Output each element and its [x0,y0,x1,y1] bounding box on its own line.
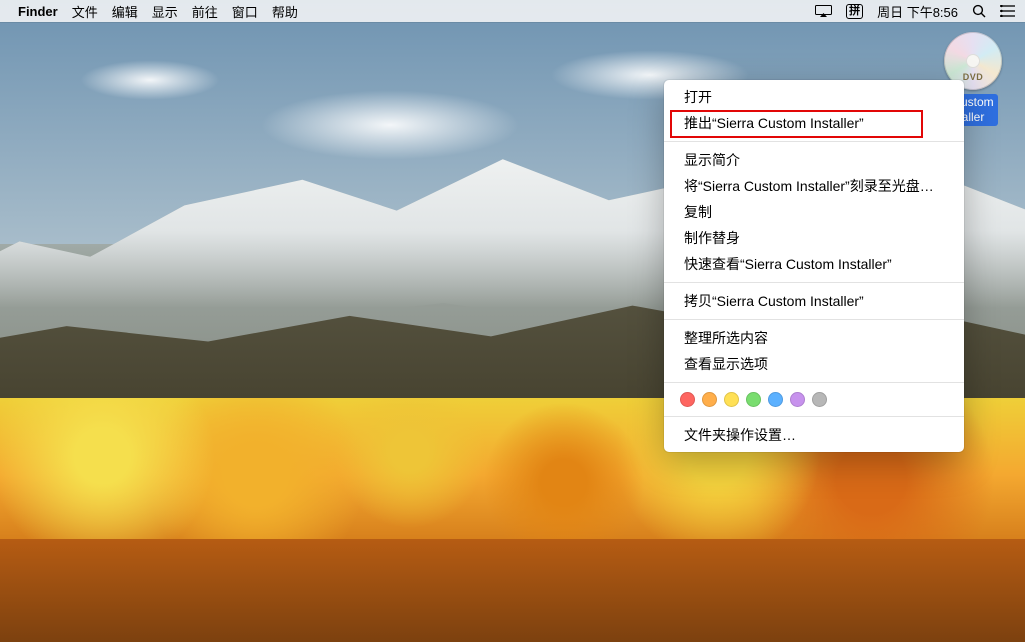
menu-go[interactable]: 前往 [192,2,218,21]
input-method-indicator[interactable]: 拼 [846,4,863,19]
context-menu: 打开 推出“Sierra Custom Installer” 显示简介 将“Si… [664,80,964,452]
context-menu-separator [664,382,964,383]
wallpaper-foreground [0,539,1025,642]
tag-orange[interactable] [702,392,717,407]
context-menu-separator [664,416,964,417]
app-menu[interactable]: Finder [18,4,58,19]
menubar: Finder 文件 编辑 显示 前往 窗口 帮助 拼 周日 下午8:56 [0,0,1025,22]
ctx-get-info[interactable]: 显示简介 [664,147,964,173]
desktop-wallpaper: Finder 文件 编辑 显示 前往 窗口 帮助 拼 周日 下午8:56 DVD… [0,0,1025,642]
menu-window[interactable]: 窗口 [232,2,258,21]
ctx-view-options[interactable]: 查看显示选项 [664,351,964,377]
context-menu-separator [664,141,964,142]
wallpaper-cloud [80,60,220,100]
tag-green[interactable] [746,392,761,407]
notification-center-icon[interactable] [1000,5,1015,17]
ctx-open[interactable]: 打开 [664,84,964,110]
ctx-clean-up[interactable]: 整理所选内容 [664,325,964,351]
ctx-burn[interactable]: 将“Sierra Custom Installer”刻录至光盘… [664,173,964,199]
ctx-make-alias[interactable]: 制作替身 [664,225,964,251]
ctx-quick-look[interactable]: 快速查看“Sierra Custom Installer” [664,251,964,277]
ctx-duplicate[interactable]: 复制 [664,199,964,225]
airplay-icon[interactable] [815,5,832,18]
menu-help[interactable]: 帮助 [272,2,298,21]
ctx-folder-actions[interactable]: 文件夹操作设置… [664,422,964,448]
wallpaper-cloud [260,90,520,160]
ctx-tag-colors [664,388,964,411]
menubar-clock[interactable]: 周日 下午8:56 [877,2,958,21]
ctx-copy[interactable]: 拷贝“Sierra Custom Installer” [664,288,964,314]
tag-purple[interactable] [790,392,805,407]
tag-blue[interactable] [768,392,783,407]
menu-file[interactable]: 文件 [72,2,98,21]
tag-red[interactable] [680,392,695,407]
dvd-brand-label: DVD [963,72,984,82]
ctx-eject[interactable]: 推出“Sierra Custom Installer” [664,110,964,136]
menu-edit[interactable]: 编辑 [112,2,138,21]
context-menu-separator [664,319,964,320]
tag-yellow[interactable] [724,392,739,407]
context-menu-separator [664,282,964,283]
menu-view[interactable]: 显示 [152,2,178,21]
tag-gray[interactable] [812,392,827,407]
spotlight-icon[interactable] [972,4,986,18]
